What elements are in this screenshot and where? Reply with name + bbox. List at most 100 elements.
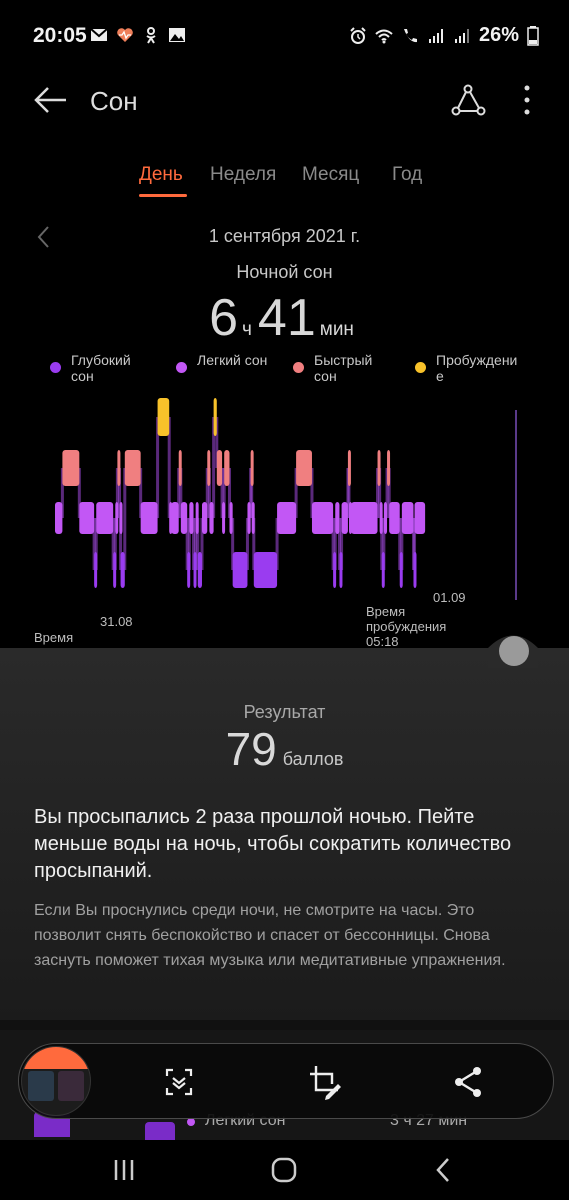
wifi-icon — [375, 29, 393, 43]
legend-awake: Пробуждени е — [415, 352, 517, 384]
legend-rem-line2: сон — [314, 368, 337, 384]
legend-awake-line1: Пробуждени — [436, 352, 518, 368]
sleep-segment-light — [351, 502, 378, 534]
chart-end-marker — [515, 410, 517, 600]
alarm-icon — [350, 26, 366, 44]
sleep-segment-rem — [124, 450, 141, 486]
result-label: Результат — [243, 702, 326, 722]
legend-deep: Глубокий сон — [50, 352, 131, 384]
sleep-segment-light — [79, 502, 95, 534]
sleep-segment-light — [195, 502, 199, 534]
sleep-score: 79 баллов — [0, 722, 569, 776]
signal-icon — [428, 28, 443, 43]
battery-text: 26% — [478, 24, 519, 46]
end-date-label: 01.09 — [433, 590, 466, 605]
image-icon — [169, 28, 185, 42]
screenshot-toolbar — [18, 1043, 554, 1119]
sleep-segment-rem — [207, 450, 211, 486]
sleep-segment-light — [335, 502, 340, 534]
score-unit: баллов — [282, 749, 344, 769]
date-navigator: 1 сентября 2021 г. — [0, 224, 569, 254]
tab-day[interactable]: День — [139, 164, 183, 186]
sleep-segment-light — [96, 502, 114, 534]
sleep-segment-rem — [250, 450, 254, 486]
sleep-segment-rem — [377, 450, 381, 486]
sleep-segment-light — [247, 502, 251, 534]
sleep-segment-light — [341, 502, 348, 534]
sleep-segment-light — [222, 502, 226, 534]
sleep-segment-light — [229, 502, 233, 534]
legend-rem: Быстрый сон — [293, 352, 372, 384]
stage-bar — [145, 1122, 175, 1140]
legend-awake-line2: е — [436, 368, 444, 384]
chart-legend: Глубокий сон Легкий сон Быстрый сон Пробуж… — [0, 352, 569, 392]
sleep-segment-light — [55, 502, 63, 534]
tab-month[interactable]: Месяц — [302, 164, 359, 186]
sleep-segment-rem — [178, 450, 182, 486]
legend-dot-awake — [415, 362, 426, 373]
notification-icons — [90, 26, 186, 44]
legend-dot-rem — [293, 362, 304, 373]
night-sleep-label: Ночной сон — [236, 262, 333, 282]
advice-secondary: Если Вы проснулись среди ночи, не смотри… — [34, 902, 506, 969]
sleep-segment-light — [311, 502, 334, 534]
legend-dot-light — [187, 1118, 195, 1126]
legend-light-label: Легкий сон — [197, 352, 268, 368]
sleep-segment-deep — [333, 552, 337, 588]
sleep-segment-rem — [296, 450, 312, 486]
total-minutes: 41 — [257, 289, 316, 347]
sleep-segment-light — [140, 502, 158, 534]
sleep-segment-light — [209, 502, 214, 534]
sleep-segment-light — [119, 502, 123, 534]
app-header: Сон — [0, 72, 569, 132]
total-hours: 6 — [209, 289, 238, 347]
heart-rate-icon — [117, 28, 133, 42]
signal-icon-2 — [454, 28, 469, 43]
sleep-segment-deep — [381, 552, 385, 588]
sleep-segment-deep — [197, 552, 202, 588]
hours-unit: ч — [242, 319, 252, 340]
legend-dot-light — [176, 362, 187, 373]
sleep-segment-rem — [387, 450, 391, 486]
chart-scrubber-handle[interactable] — [499, 636, 529, 666]
legend-deep-line1: Глубокий — [71, 352, 131, 368]
tab-week[interactable]: Неделя — [210, 164, 276, 186]
page-title: Сон — [90, 86, 138, 116]
sleep-segment-light — [383, 502, 388, 534]
sleep-segment-rem — [62, 450, 80, 486]
total-sleep: 6 ч 41 мин — [0, 288, 569, 348]
more-vert-icon[interactable] — [512, 80, 542, 120]
period-tabs: День Неделя Месяц Год — [0, 162, 569, 202]
sleep-segment-light — [379, 502, 383, 534]
sleep-segment-deep — [232, 552, 248, 588]
sleep-segment-light — [189, 502, 194, 534]
legend-dot-deep — [50, 362, 61, 373]
selected-date: 1 сентября 2021 г. — [208, 226, 361, 246]
sleep-segment-awake — [213, 398, 217, 436]
status-time: 20:05 — [33, 24, 87, 47]
home-icon[interactable] — [264, 1154, 304, 1186]
legend-rem-line1: Быстрый — [314, 352, 373, 368]
sleep-segment-light — [180, 502, 188, 534]
start-date-label: 31.08 — [100, 614, 133, 629]
back-arrow-icon[interactable] — [30, 80, 70, 120]
crop-edit-icon[interactable] — [304, 1062, 344, 1102]
back-icon[interactable] — [424, 1154, 464, 1186]
sleep-segment-deep — [253, 552, 278, 588]
tab-underline — [139, 194, 187, 197]
recents-icon[interactable] — [104, 1154, 144, 1186]
share-node-icon[interactable] — [448, 80, 488, 120]
sleep-segment-rem — [224, 450, 230, 486]
sleep-segment-deep — [113, 552, 117, 588]
sleep-segment-deep — [193, 552, 197, 588]
sleep-segment-light — [251, 502, 255, 534]
sleep-segment-deep — [187, 552, 191, 588]
sleep-segment-deep — [339, 552, 343, 588]
tab-year[interactable]: Год — [392, 164, 422, 186]
sleep-segment-light — [414, 502, 426, 534]
sleep-segment-light — [401, 502, 414, 534]
share-icon[interactable] — [449, 1062, 489, 1102]
call-icon — [403, 28, 417, 42]
screenshot-thumbnail[interactable] — [21, 1046, 91, 1116]
scroll-capture-icon[interactable] — [159, 1062, 199, 1102]
